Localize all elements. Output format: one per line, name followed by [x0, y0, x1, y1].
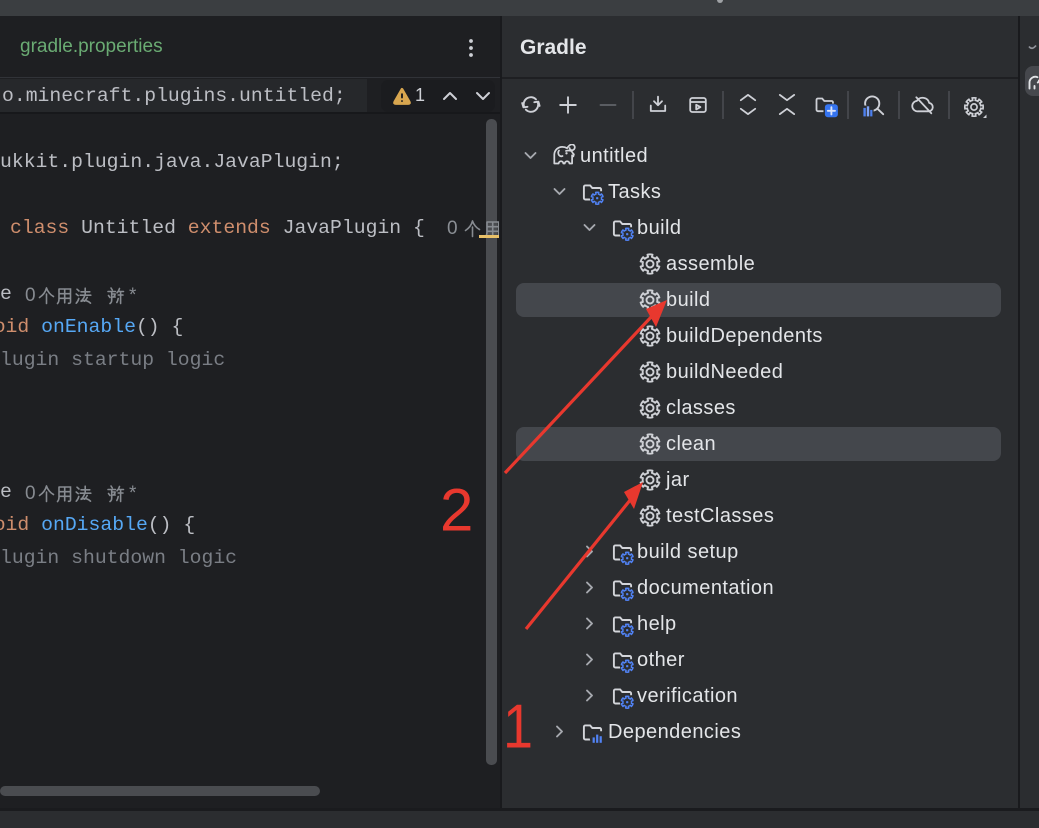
svg-text:2: 2: [440, 477, 473, 544]
svg-text:0: 0: [447, 218, 458, 239]
svg-text:1: 1: [503, 693, 533, 762]
